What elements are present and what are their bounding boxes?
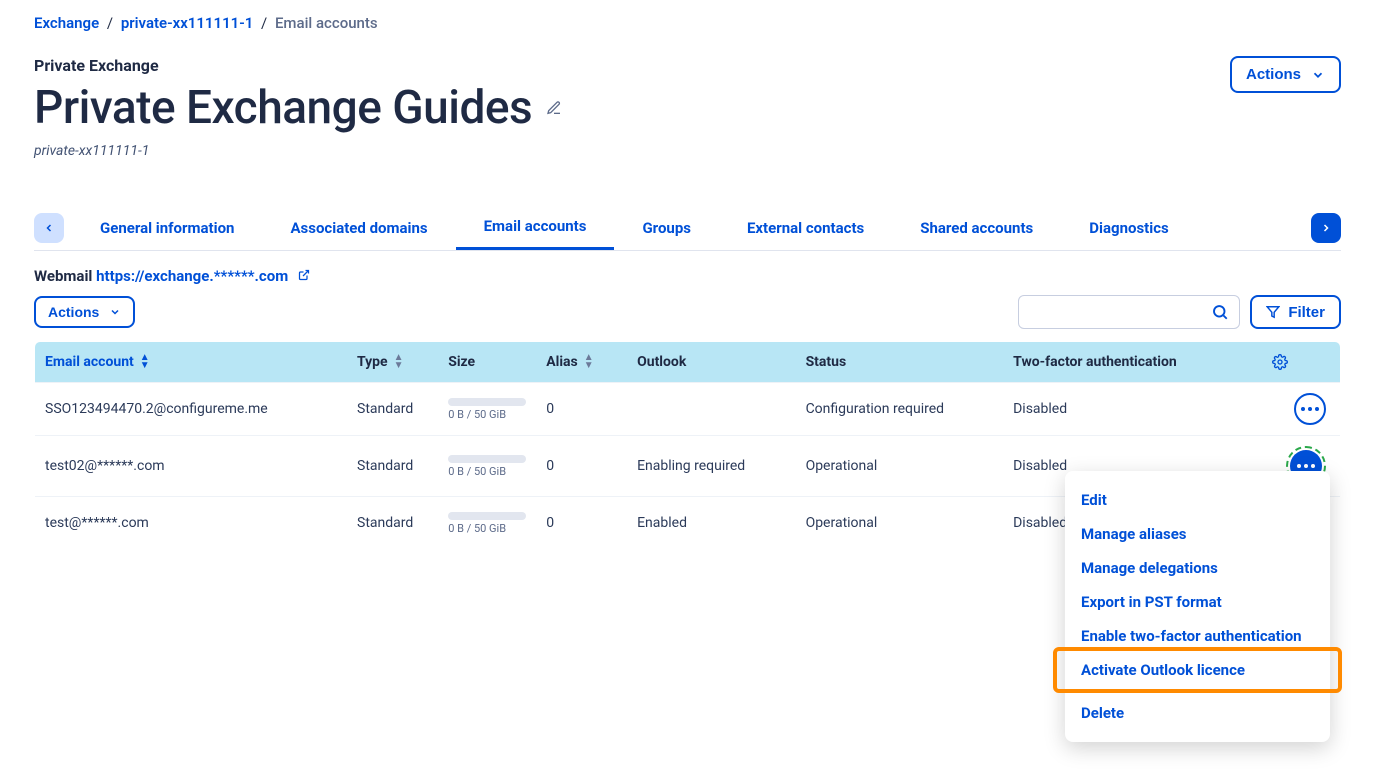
tabs-scroll-right[interactable] — [1311, 213, 1341, 243]
tabs-bar: General informationAssociated domainsEma… — [34, 205, 1341, 251]
cell-status: Configuration required — [796, 383, 1004, 436]
table-row: SSO123494470.2@configureme.meStandard0 B… — [35, 383, 1341, 436]
breadcrumb: Exchange / private-xx111111-1 / Email ac… — [34, 14, 1341, 32]
breadcrumb-sep: / — [257, 14, 271, 32]
filter-button[interactable]: Filter — [1250, 295, 1341, 329]
col-email[interactable]: Email account▲▼ — [35, 342, 348, 383]
search-input[interactable] — [1029, 304, 1211, 320]
cell-size: 0 B / 50 GiB — [438, 383, 536, 436]
tab-email-accounts[interactable]: Email accounts — [456, 205, 615, 250]
menu-item-edit[interactable]: Edit — [1065, 483, 1330, 517]
tab-groups[interactable]: Groups — [614, 207, 719, 249]
external-link-icon — [298, 269, 310, 281]
col-type[interactable]: Type▲▼ — [347, 342, 438, 383]
menu-item-activate-outlook-licence[interactable]: Activate Outlook licence — [1065, 653, 1330, 687]
chevron-left-icon — [43, 222, 55, 234]
page-subtitle: Private Exchange — [34, 56, 562, 75]
col-size[interactable]: Size — [438, 342, 536, 383]
col-alias[interactable]: Alias▲▼ — [536, 342, 627, 383]
cell-size: 0 B / 50 GiB — [438, 497, 536, 550]
menu-item-export-in-pst-format[interactable]: Export in PST format — [1065, 585, 1330, 619]
edit-title-icon[interactable] — [546, 100, 562, 116]
page-title: Private Exchange Guides — [34, 81, 532, 135]
cell-outlook — [627, 383, 795, 436]
header-actions-label: Actions — [1246, 66, 1301, 83]
webmail-row: Webmail https://exchange.******.com — [34, 267, 1341, 285]
menu-item-delete[interactable]: Delete — [1065, 691, 1330, 730]
header-actions-button[interactable]: Actions — [1230, 56, 1341, 93]
chevron-right-icon — [1320, 222, 1332, 234]
service-identifier: private-xx111111-1 — [34, 143, 562, 159]
cell-size: 0 B / 50 GiB — [438, 436, 536, 497]
cell-alias: 0 — [536, 436, 627, 497]
table-actions-button[interactable]: Actions — [34, 296, 135, 328]
cell-alias: 0 — [536, 497, 627, 550]
webmail-label: Webmail — [34, 267, 92, 285]
col-outlook[interactable]: Outlook — [627, 342, 795, 383]
chevron-down-icon — [1311, 68, 1325, 82]
cell-email: test02@******.com — [35, 436, 348, 497]
cell-type: Standard — [347, 383, 438, 436]
tab-shared-accounts[interactable]: Shared accounts — [892, 207, 1061, 249]
cell-status: Operational — [796, 497, 1004, 550]
cell-outlook: Enabled — [627, 497, 795, 550]
cell-type: Standard — [347, 436, 438, 497]
search-icon — [1211, 303, 1229, 321]
search-input-wrap[interactable] — [1018, 295, 1240, 329]
col-status[interactable]: Status — [796, 342, 1004, 383]
tabs-scroll-left[interactable] — [34, 213, 64, 243]
cell-alias: 0 — [536, 383, 627, 436]
cell-twofa: Disabled — [1003, 383, 1262, 436]
menu-item-manage-delegations[interactable]: Manage delegations — [1065, 551, 1330, 585]
cell-outlook: Enabling required — [627, 436, 795, 497]
row-actions-button[interactable] — [1294, 393, 1326, 425]
tab-external-contacts[interactable]: External contacts — [719, 207, 892, 249]
breadcrumb-mid[interactable]: private-xx111111-1 — [121, 14, 253, 32]
row-actions-menu: EditManage aliasesManage delegationsExpo… — [1065, 471, 1330, 742]
webmail-link[interactable]: https://exchange.******.com — [96, 267, 288, 285]
table-actions-label: Actions — [48, 304, 99, 320]
menu-item-enable-two-factor-authentication[interactable]: Enable two-factor authentication — [1065, 619, 1330, 653]
cell-email: SSO123494470.2@configureme.me — [35, 383, 348, 436]
tab-general-information[interactable]: General information — [72, 207, 262, 249]
filter-icon — [1266, 305, 1280, 319]
cell-status: Operational — [796, 436, 1004, 497]
col-twofa[interactable]: Two-factor authentication — [1003, 342, 1262, 383]
menu-item-manage-aliases[interactable]: Manage aliases — [1065, 517, 1330, 551]
tab-diagnostics[interactable]: Diagnostics — [1061, 207, 1196, 249]
cell-email: test@******.com — [35, 497, 348, 550]
filter-label: Filter — [1288, 304, 1325, 321]
breadcrumb-sep: / — [103, 14, 117, 32]
breadcrumb-root[interactable]: Exchange — [34, 14, 99, 32]
col-settings[interactable] — [1262, 342, 1340, 383]
cell-type: Standard — [347, 497, 438, 550]
chevron-down-icon — [109, 306, 121, 318]
gear-icon — [1272, 354, 1288, 370]
breadcrumb-current: Email accounts — [275, 14, 378, 32]
tab-associated-domains[interactable]: Associated domains — [262, 207, 455, 249]
